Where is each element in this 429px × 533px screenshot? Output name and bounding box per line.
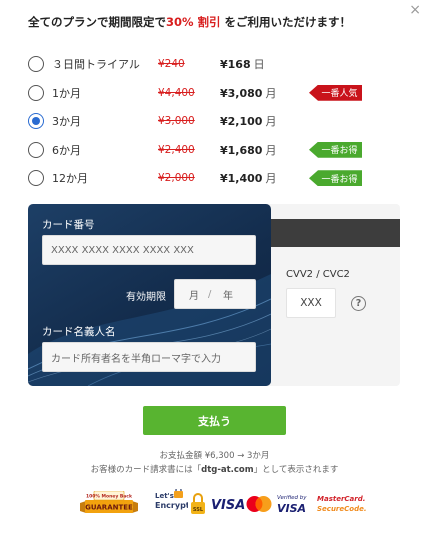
lets-encrypt-bottom: Encrypt [155,501,188,510]
cvv-input[interactable]: XXX [286,288,336,318]
card-number-label: カード番号 [42,219,95,231]
plan-price-value: ¥1,680 [220,143,263,157]
cvv-label: CVV2 / CVC2 [286,269,350,280]
plan-name: ３日間トライアル [52,58,140,72]
money-back-guarantee-badge: 100% Money Back GUARANTEE [80,491,138,513]
headline-suffix: をご利用いただけます！ [220,15,352,29]
ssl-text: SSL [193,507,204,513]
plan-option-3months[interactable]: 3か月 ¥3,000 ¥2,100 月 [28,107,400,136]
billing-descriptor: お客様のカード請求書には「dtg-at.com」として表示されます [0,463,429,477]
plan-option-6months[interactable]: 6か月 ¥2,400 ¥1,680 月 一番お得 [28,136,400,165]
payment-form: CVV2 / CVC2 XXX ? カード番号 XXXX XXXX XXXX X… [28,204,400,386]
lets-encrypt-badge: Let's Encrypt [155,489,188,510]
popular-tag: 一番人気 [309,84,362,101]
headline-discount: 30% 割引 [166,15,221,29]
plan-name: 6か月 [52,143,81,157]
amount-summary: お支払金額 ¥6,300 → 3か月 [159,451,270,461]
best-value-tag: 一番お得 [309,141,362,158]
close-icon[interactable]: × [409,2,421,18]
expiry-label: 有効期限 [126,292,166,303]
plan-price-unit: 月 [265,143,277,157]
expiry-input[interactable]: 月 / 年 [174,279,256,309]
lets-encrypt-top: Let's [155,492,174,500]
descriptor-suffix: 」として表示されます [253,465,339,475]
plan-old-price: ¥2,000 [158,172,195,185]
plan-option-1month[interactable]: 1か月 ¥4,400 ¥3,080 月 一番人気 [28,79,400,108]
mastercard-securecode-badge: MasterCard. SecureCode. [317,495,366,513]
descriptor-prefix: お客様のカード請求書には「 [90,465,202,475]
plan-old-price: ¥240 [158,58,185,71]
plan-price: ¥168 日 [220,56,265,72]
mastercard-logo [246,496,272,512]
plan-old-price: ¥3,000 [158,115,195,128]
plan-option-12months[interactable]: 12か月 ¥2,000 ¥1,400 月 一番お得 [28,164,400,193]
plan-name: 3か月 [52,115,81,129]
plan-old-price: ¥2,400 [158,143,195,156]
plan-price-value: ¥3,080 [220,86,263,100]
plan-price-unit: 月 [265,172,277,186]
plan-radio[interactable] [28,56,44,73]
pay-button[interactable]: 支払う [143,406,286,435]
plan-price: ¥3,080 月 [220,85,276,101]
plan-price: ¥2,100 月 [220,113,276,129]
plan-price-unit: 日 [253,58,265,72]
card-number-input[interactable]: XXXX XXXX XXXX XXXX XXX [42,235,256,265]
visa-logo: VISA [211,498,245,513]
plan-list: ３日間トライアル ¥240 ¥168 日 1か月 ¥4,400 ¥3,080 月 一… [28,50,400,193]
visa-text: VISA [211,498,245,513]
best-value-tag: 一番お得 [309,170,362,187]
plan-radio-selected[interactable] [28,113,44,130]
cardholder-input[interactable]: カード所有者名を半角ローマ字で入力 [42,342,256,372]
verified-by-visa-badge: Verified by VISA [277,495,307,515]
guarantee-top-text: 100% Money Back [86,494,133,500]
plan-price: ¥1,400 月 [220,170,276,186]
promo-headline: 全てのプランで期間限定で30% 割引 をご利用いただけます！ [28,14,351,30]
plan-price-value: ¥1,400 [220,172,263,186]
plan-price-unit: 月 [265,115,277,129]
card-magnetic-strip [264,219,400,247]
plan-price-value: ¥2,100 [220,115,263,129]
verified-top: Verified by [277,495,307,501]
mc-bottom: SecureCode. [317,505,366,513]
plan-old-price: ¥4,400 [158,86,195,99]
mc-top: MasterCard. [317,495,365,503]
merchant-name: dtg-at.com [201,465,254,475]
expiry-month[interactable]: 月 [189,287,199,302]
plan-radio[interactable] [28,170,44,187]
plan-option-trial[interactable]: ３日間トライアル ¥240 ¥168 日 [28,50,400,79]
plan-price: ¥1,680 月 [220,142,276,158]
payment-summary: お支払金額 ¥6,300 → 3か月 お客様のカード請求書には「dtg-at.c… [0,449,429,477]
plan-radio[interactable] [28,84,44,101]
plan-radio[interactable] [28,141,44,158]
verified-bottom: VISA [277,502,306,515]
cardholder-label: カード名義人名 [42,326,116,338]
card-front: カード番号 XXXX XXXX XXXX XXXX XXX 有効期限 月 / 年… [28,204,271,386]
plan-price-unit: 月 [265,86,277,100]
headline-prefix: 全てのプランで期間限定で [28,15,166,29]
expiry-separator: / [208,288,212,300]
guarantee-main-text: GUARANTEE [85,504,133,512]
expiry-year[interactable]: 年 [223,287,233,302]
ssl-lock-icon: SSL [191,493,205,514]
plan-name: 12か月 [52,172,88,186]
plan-price-value: ¥168 [220,58,251,72]
help-circle-icon[interactable]: ? [351,296,366,311]
plan-name: 1か月 [52,86,81,100]
